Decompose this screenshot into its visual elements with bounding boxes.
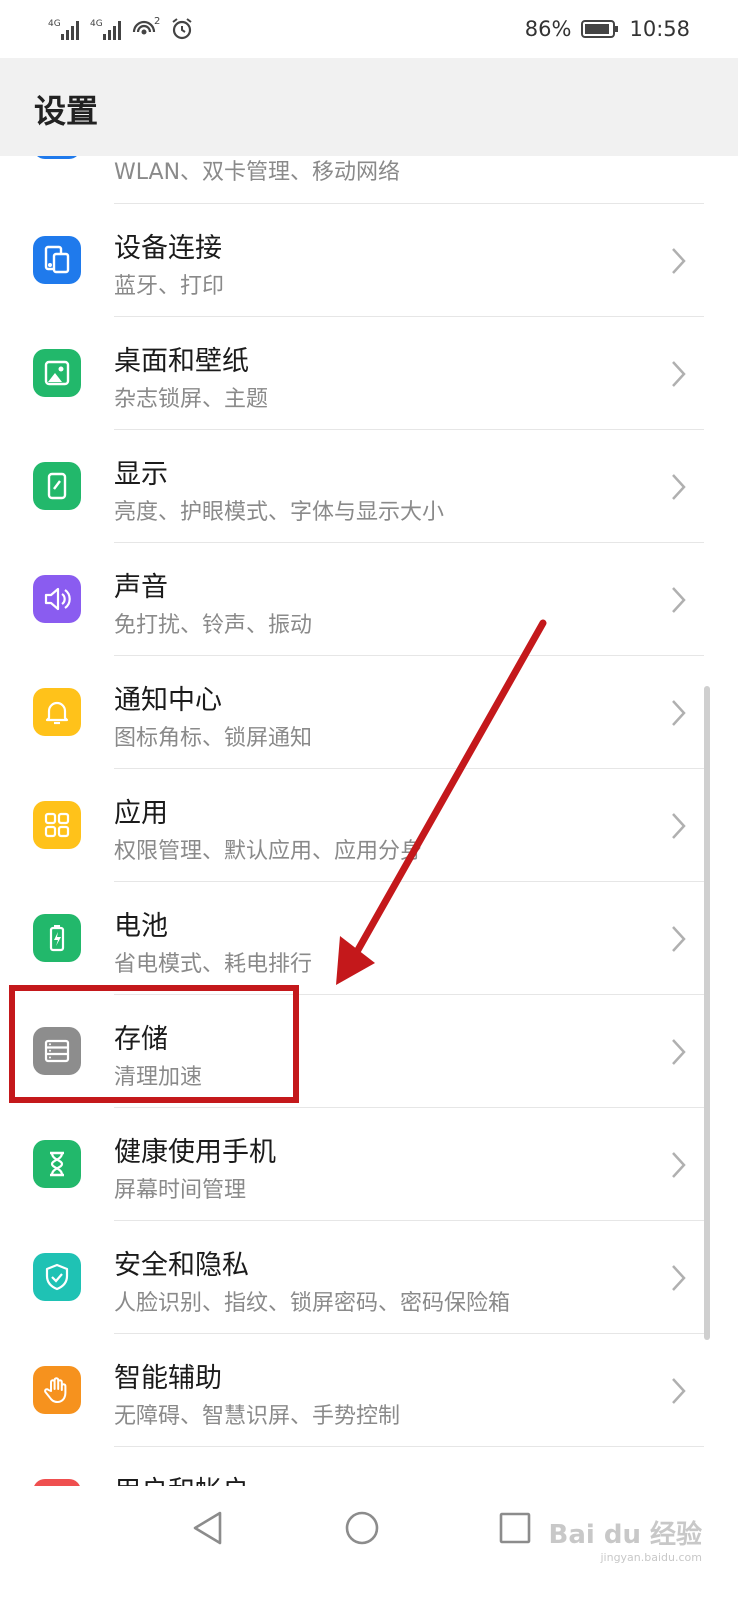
settings-item-device-connection[interactable]: 设备连接 蓝牙、打印 [0, 204, 738, 317]
alarm-icon [172, 18, 192, 40]
scrollbar[interactable] [704, 686, 710, 1340]
status-bar: 4G 4G 2 86% 10:58 [0, 0, 738, 58]
hand-icon [33, 1366, 81, 1414]
settings-item-title: 智能辅助 [114, 1363, 222, 1394]
settings-item-wallpaper[interactable]: 桌面和壁纸 杂志锁屏、主题 [0, 317, 738, 430]
settings-item-title: 桌面和壁纸 [114, 346, 249, 377]
settings-item-apps[interactable]: 应用 权限管理、默认应用、应用分身 [0, 769, 738, 882]
chevron-right-icon [672, 1152, 686, 1178]
settings-item-subtitle: 清理加速 [114, 1065, 203, 1090]
settings-item-subtitle: 无障碍、智慧识屏、手势控制 [114, 1404, 401, 1429]
settings-item-title: 电池 [114, 911, 168, 942]
back-button[interactable] [190, 1508, 226, 1548]
signal-4g-icon-2: 4G [90, 19, 121, 40]
watermark-url: jingyan.baidu.com [600, 1551, 702, 1564]
settings-item-subtitle: 杂志锁屏、主题 [114, 387, 269, 412]
settings-item-subtitle: 亮度、护眼模式、字体与显示大小 [114, 500, 445, 525]
chevron-right-icon [672, 587, 686, 613]
settings-item-title: 声音 [114, 572, 168, 603]
settings-item-subtitle: 免打扰、铃声、振动 [114, 613, 313, 638]
chevron-right-icon [672, 813, 686, 839]
app-header: 设置 [0, 58, 738, 156]
notification-icon [33, 688, 81, 736]
watermark: Bai du 经验 jingyan.baidu.com [549, 1514, 703, 1564]
settings-item-title: 健康使用手机 [114, 1137, 276, 1168]
settings-item-title: 显示 [114, 459, 168, 490]
shield-icon [33, 1253, 81, 1301]
chevron-right-icon [672, 1378, 686, 1404]
battery-icon-status [581, 20, 619, 38]
settings-item-title: 应用 [114, 798, 168, 829]
sound-icon [33, 575, 81, 623]
watermark-brand: Bai du 经验 [548, 1520, 703, 1550]
battery-icon [33, 914, 81, 962]
hourglass-icon [33, 1140, 81, 1188]
chevron-right-icon [672, 361, 686, 387]
network-icon [33, 156, 81, 159]
status-left: 4G 4G 2 [48, 12, 194, 46]
chevron-right-icon [672, 926, 686, 952]
home-button[interactable] [343, 1508, 381, 1548]
settings-item-title: 存储 [114, 1024, 168, 1055]
clock: 10:58 [629, 17, 690, 41]
storage-icon [33, 1027, 81, 1075]
wallpaper-icon [33, 349, 81, 397]
chevron-right-icon [672, 700, 686, 726]
settings-item-subtitle: 蓝牙、打印 [114, 274, 225, 299]
chevron-right-icon [672, 474, 686, 500]
status-right: 86% 10:58 [525, 12, 690, 46]
settings-item-network[interactable]: WLAN、双卡管理、移动网络 [0, 156, 738, 204]
signal-4g-icon: 4G [48, 19, 79, 40]
battery-percentage: 86% [524, 17, 572, 41]
settings-list[interactable]: WLAN、双卡管理、移动网络 设备连接 蓝牙、打印 桌面和壁纸 杂志锁屏、主题 … [0, 156, 738, 1486]
page-title: 设置 [34, 92, 99, 130]
account-icon [33, 1479, 81, 1486]
settings-item-security[interactable]: 安全和隐私 人脸识别、指纹、锁屏密码、密码保险箱 [0, 1221, 738, 1334]
settings-item-title: 用户和帐户 [114, 1469, 249, 1486]
recents-button[interactable] [496, 1508, 534, 1548]
settings-item-accounts[interactable]: 用户和帐户 [0, 1447, 738, 1486]
settings-item-notification[interactable]: 通知中心 图标角标、锁屏通知 [0, 656, 738, 769]
display-icon [33, 462, 81, 510]
chevron-right-icon [672, 248, 686, 274]
settings-item-subtitle: 屏幕时间管理 [114, 1178, 247, 1203]
settings-item-title: 安全和隐私 [114, 1250, 249, 1281]
settings-item-subtitle: WLAN、双卡管理、移动网络 [114, 160, 401, 185]
settings-item-digital-balance[interactable]: 健康使用手机 屏幕时间管理 [0, 1108, 738, 1221]
settings-item-subtitle: 省电模式、耗电排行 [114, 952, 313, 977]
settings-item-smart-assistance[interactable]: 智能辅助 无障碍、智慧识屏、手势控制 [0, 1334, 738, 1447]
settings-item-sound[interactable]: 声音 免打扰、铃声、振动 [0, 543, 738, 656]
svg-text:2: 2 [154, 16, 160, 27]
settings-item-title: 通知中心 [114, 685, 222, 716]
settings-item-subtitle: 权限管理、默认应用、应用分身 [114, 839, 423, 864]
hotspot-icon: 2 [132, 16, 160, 35]
settings-item-battery[interactable]: 电池 省电模式、耗电排行 [0, 882, 738, 995]
svg-text:4G: 4G [90, 19, 103, 29]
apps-icon [33, 801, 81, 849]
settings-item-storage[interactable]: 存储 清理加速 [0, 995, 738, 1108]
settings-item-title: 设备连接 [114, 233, 222, 264]
chevron-right-icon [672, 1039, 686, 1065]
settings-item-subtitle: 人脸识别、指纹、锁屏密码、密码保险箱 [114, 1291, 511, 1316]
settings-item-subtitle: 图标角标、锁屏通知 [114, 726, 313, 751]
svg-text:4G: 4G [48, 19, 61, 29]
navigation-bar: Bai du 经验 jingyan.baidu.com [0, 1486, 738, 1600]
settings-item-display[interactable]: 显示 亮度、护眼模式、字体与显示大小 [0, 430, 738, 543]
chevron-right-icon [672, 1265, 686, 1291]
device-connection-icon [33, 236, 81, 284]
